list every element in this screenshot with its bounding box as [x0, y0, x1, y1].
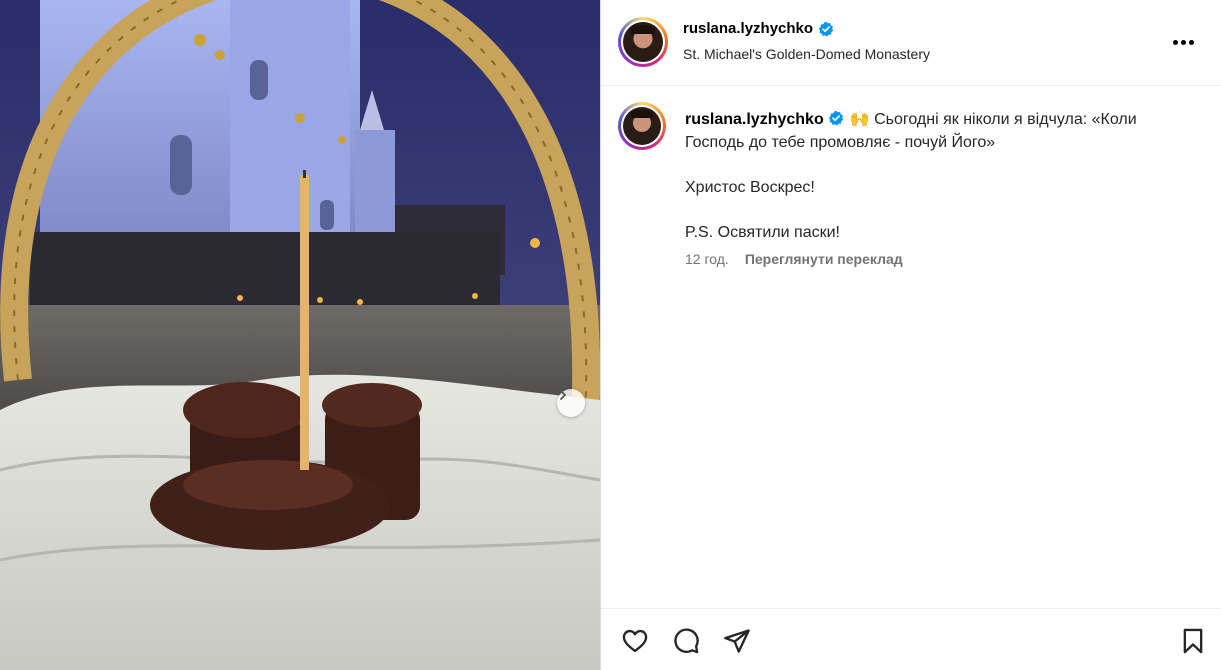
action-bar: [601, 608, 1221, 670]
post-detail-panel: ruslana.lyzhychko St. Michael's Golden-D…: [600, 0, 1221, 670]
caption-text: ruslana.lyzhychko 🙌 Сьогодні як ніколи я…: [685, 108, 1185, 244]
paper-plane-icon[interactable]: [723, 627, 751, 655]
caption-author-avatar[interactable]: [618, 102, 666, 150]
caption-line-2: Христос Воскрес!: [685, 179, 815, 196]
caption-meta: 12 год. Переглянути переклад: [685, 251, 903, 267]
caption-block: ruslana.lyzhychko 🙌 Сьогодні як ніколи я…: [601, 86, 1221, 608]
author-row: ruslana.lyzhychko: [683, 20, 834, 37]
comment-bubble-icon[interactable]: [672, 627, 700, 655]
chevron-right-icon: [560, 390, 566, 400]
post-photo: [0, 0, 600, 670]
bookmark-icon[interactable]: [1179, 627, 1207, 655]
post-media[interactable]: [0, 0, 600, 670]
post-timestamp[interactable]: 12 год.: [685, 251, 729, 267]
see-translation-button[interactable]: Переглянути переклад: [745, 251, 903, 267]
author-avatar[interactable]: [618, 17, 668, 67]
author-username-link[interactable]: ruslana.lyzhychko: [683, 20, 813, 37]
more-options-icon: [1173, 39, 1178, 45]
location-link[interactable]: St. Michael's Golden-Domed Monastery: [683, 46, 930, 62]
verified-badge-icon: [828, 110, 843, 126]
caption-author-username[interactable]: ruslana.lyzhychko: [685, 111, 824, 128]
caption-line-3: P.S. Освятили паски!: [685, 224, 840, 241]
heart-icon[interactable]: [621, 627, 649, 655]
verified-badge-icon: [818, 21, 834, 36]
post-header: ruslana.lyzhychko St. Michael's Golden-D…: [601, 0, 1221, 86]
more-options-button[interactable]: [1173, 32, 1197, 52]
next-slide-button[interactable]: [557, 389, 585, 417]
